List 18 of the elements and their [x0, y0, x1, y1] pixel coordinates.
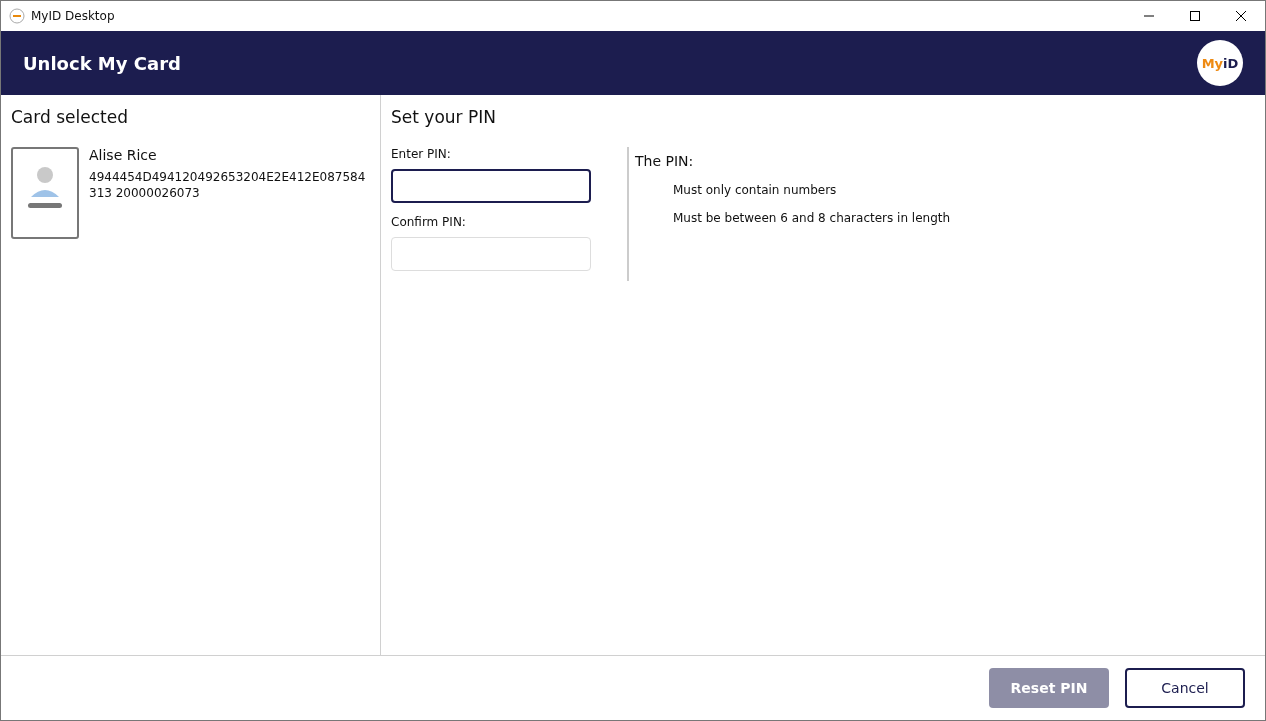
- app-logo-icon: [9, 8, 25, 24]
- section-heading: Set your PIN: [391, 107, 497, 127]
- rule-text: Must be between 6 and 8 characters in length: [673, 211, 951, 225]
- rules-heading: The PIN:: [635, 153, 695, 169]
- field-label: Enter PIN:: [391, 147, 452, 161]
- brand-logo: MyiD: [1197, 40, 1243, 86]
- window-title: MyID Desktop: [31, 9, 115, 23]
- field-label: Confirm PIN:: [391, 215, 467, 229]
- cancel-button[interactable]: Cancel: [1125, 668, 1245, 708]
- section-heading: Card selected: [11, 107, 129, 127]
- cardholder-name: Alise Rice: [89, 147, 158, 163]
- pin-field[interactable]: [391, 169, 591, 203]
- maximize-icon[interactable]: [1189, 10, 1201, 22]
- page-title: Unlock My Card: [23, 52, 181, 74]
- rule-text: Must only contain numbers: [673, 183, 838, 197]
- card-drawing[interactable]: [11, 147, 79, 239]
- close-icon[interactable]: [1235, 10, 1247, 22]
- card-serial: 4944454D494120492653204E2E412E087584313 20000026073: [89, 169, 367, 201]
